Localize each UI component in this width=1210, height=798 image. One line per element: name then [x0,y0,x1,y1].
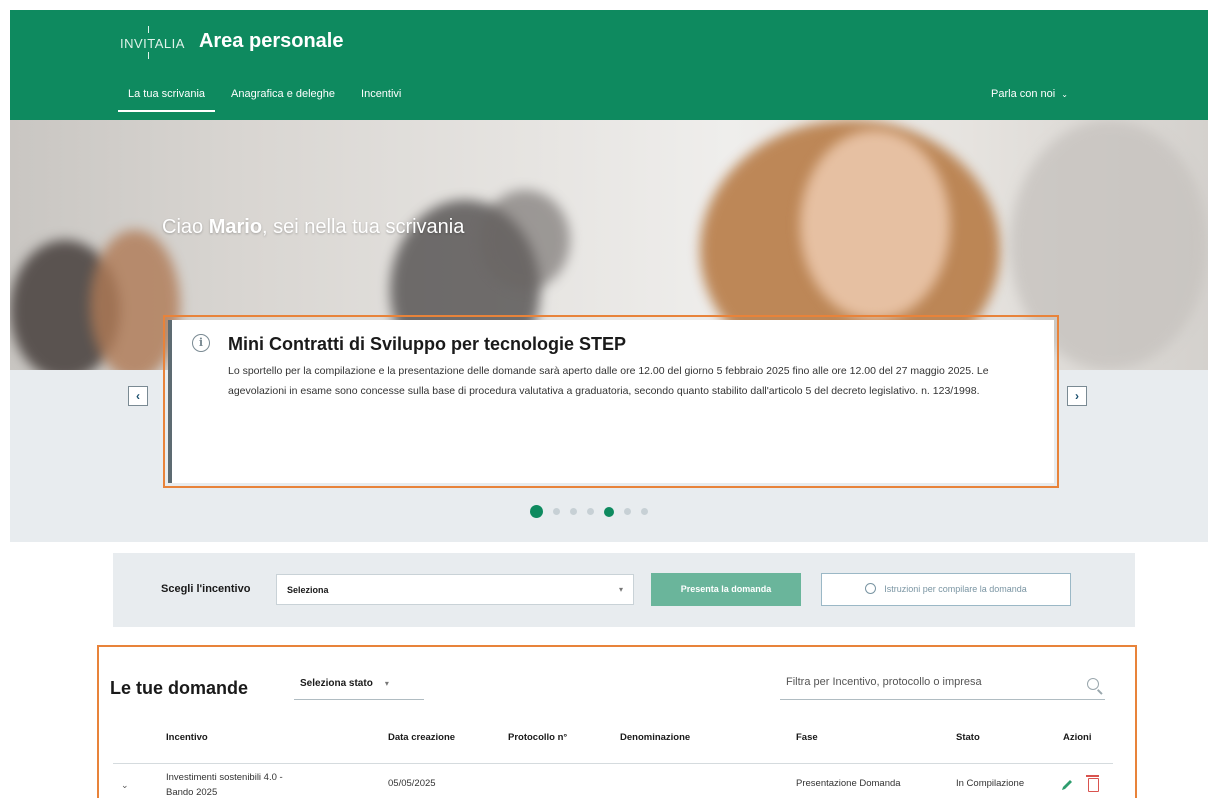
table-header: Incentivo Data creazione Protocollo n° D… [113,732,1113,764]
status-select-value: Seleziona stato [300,678,373,689]
domande-title: Le tue domande [110,678,249,698]
carousel-prev-button[interactable]: ‹ [128,386,148,406]
chevron-down-icon: ⌄ [1061,90,1068,99]
col-fase[interactable]: Fase [796,732,818,743]
carousel-dot[interactable] [553,508,560,515]
main-nav: La tua scrivania Anagrafica e deleghe In… [117,88,427,112]
incentive-select-value: Seleziona [287,585,329,595]
user-name: Mario [208,216,263,238]
cell-stato: In Compilazione [956,778,1025,789]
carousel-next-button[interactable]: › [1067,386,1087,406]
announcement-card: i Mini Contratti di Sviluppo per tecnolo… [168,320,1054,483]
announcement-title: Mini Contratti di Sviluppo per tecnologi… [228,334,627,354]
contact-menu[interactable]: Parla con noi ⌄ [991,88,1068,100]
instructions-button[interactable]: Istruzioni per compilare la domanda [821,573,1071,606]
edit-icon[interactable] [1060,778,1074,792]
col-azioni: Azioni [1063,732,1092,743]
carousel-dot[interactable] [641,508,648,515]
hero-photo-shape [480,190,570,290]
nav-anagrafica[interactable]: Anagrafica e deleghe [231,88,335,112]
col-stato[interactable]: Stato [956,732,980,743]
submit-application-button[interactable]: Presenta la domanda [651,573,801,606]
filter-placeholder: Filtra per Incentivo, protocollo o impre… [786,676,982,688]
instructions-label: Istruzioni per compilare la domanda [884,584,1027,594]
clock-icon [865,583,877,594]
cell-data: 05/05/2025 [388,778,436,789]
filter-input[interactable]: Filtra per Incentivo, protocollo o impre… [780,672,1105,700]
col-incentivo[interactable]: Incentivo [166,732,208,743]
carousel-dot[interactable] [604,506,614,517]
nav-scrivania[interactable]: La tua scrivania [117,88,216,112]
cell-incentivo: Investimenti sostenibili 4.0 - Bando 202… [166,772,283,798]
status-select[interactable]: Seleziona stato ▾ [294,674,424,700]
chevron-left-icon: ‹ [136,389,140,403]
cell-fase: Presentazione Domanda [796,778,901,789]
incentive-select[interactable]: Seleziona ▾ [276,574,634,605]
contact-label: Parla con noi [991,88,1056,100]
trash-icon[interactable] [1086,775,1099,792]
incentive-label: Scegli l'incentivo [161,583,251,595]
chevron-right-icon: › [1075,389,1079,403]
app-frame: INVITALIA Area personale La tua scrivani… [10,10,1208,798]
chevron-down-icon[interactable]: ⌄ [121,780,129,791]
greeting: Ciao Mario, sei nella tua scrivania [162,216,465,238]
caret-down-icon: ▾ [618,585,623,594]
announcement-body: Lo sportello per la compilazione e la pr… [228,365,989,397]
incentive-bar: Scegli l'incentivo Seleziona ▾ Presenta … [113,553,1135,627]
brand[interactable]: INVITALIA Area personale [120,26,344,59]
carousel-dot[interactable] [530,505,543,518]
carousel-dot[interactable] [570,508,577,515]
logo-text: INVITALIA [120,36,185,51]
search-icon[interactable] [1087,678,1099,690]
table-row[interactable]: ⌄ Investimenti sostenibili 4.0 - Bando 2… [113,766,1113,798]
app-title: Area personale [198,30,344,52]
carousel-dots [530,505,658,518]
carousel-dot[interactable] [624,508,631,515]
carousel-dot[interactable] [587,508,594,515]
invitalia-logo: INVITALIA [120,26,185,59]
nav-incentivi[interactable]: Incentivi [361,88,401,112]
caret-down-icon: ▾ [384,679,389,688]
info-icon: i [192,334,210,352]
col-data-creazione[interactable]: Data creazione [388,732,455,743]
header: INVITALIA Area personale La tua scrivani… [10,10,1208,120]
col-protocollo[interactable]: Protocollo n° [508,732,567,743]
col-denominazione[interactable]: Denominazione [620,732,690,743]
hero-photo-shape [800,130,950,320]
